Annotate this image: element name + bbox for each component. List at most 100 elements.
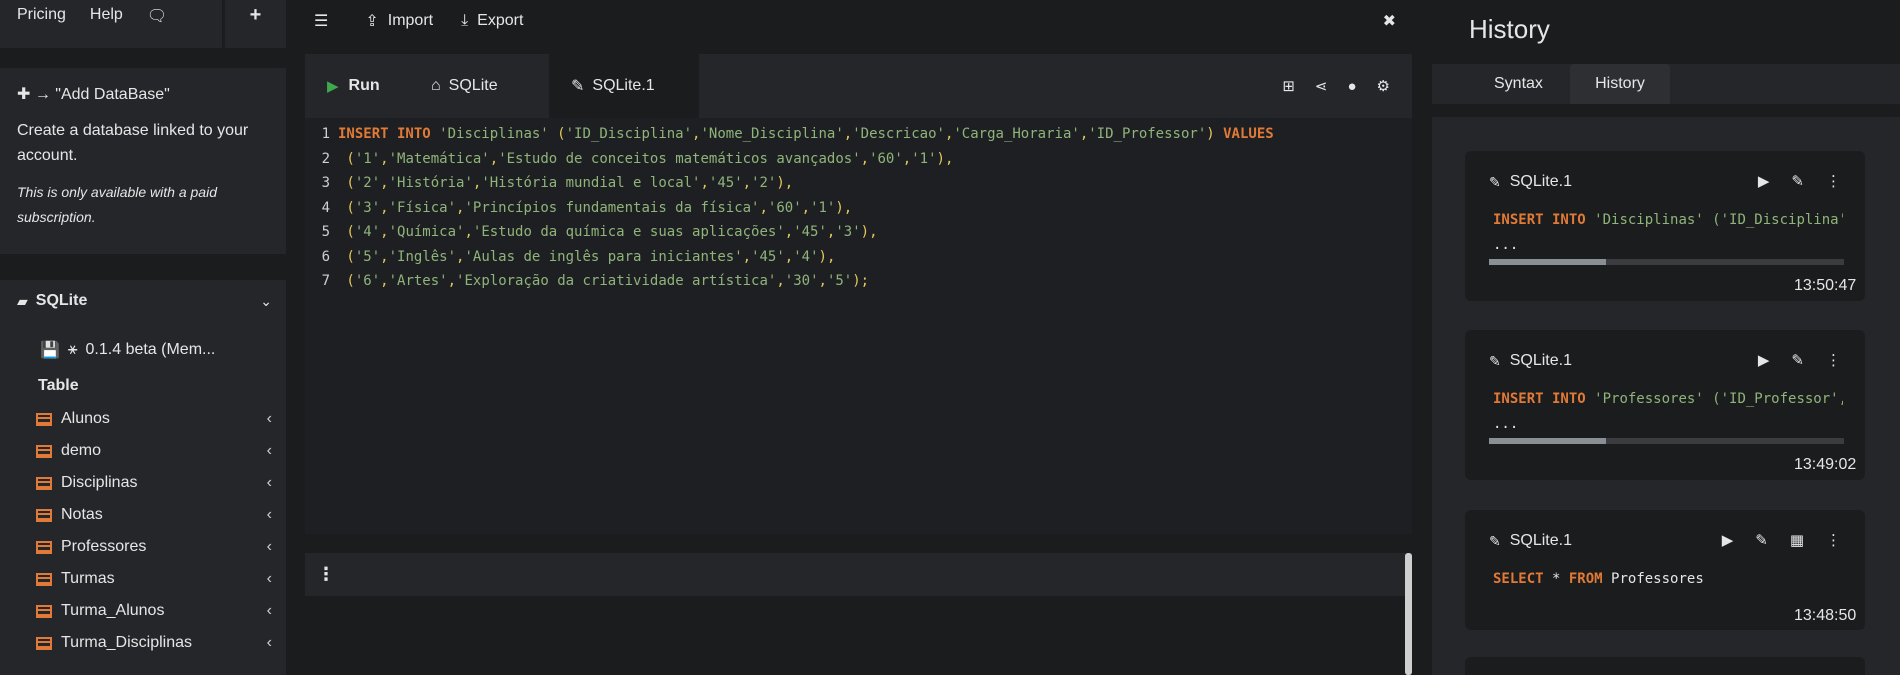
code-token: 'Carga_Horaria' <box>953 126 1080 142</box>
export-button[interactable]: ⤓ Export <box>461 12 523 30</box>
play-icon[interactable]: ▶ <box>1758 172 1770 190</box>
code-token: '60' <box>767 199 802 216</box>
code-token: , <box>380 150 389 167</box>
table-name: Turmas <box>61 570 115 587</box>
history-panel: History Syntax History ✎ SQLite.1 ▶ ✎ ⋮ INS… <box>1432 0 1900 675</box>
chevron-left-icon[interactable]: ‹ <box>267 602 272 620</box>
chevron-down-icon[interactable]: ⌄ <box>260 293 272 310</box>
top-links: Pricing Help 🗨 <box>0 0 222 48</box>
line-number: 1 <box>321 126 330 142</box>
import-button[interactable]: ⇪ Import <box>365 11 433 31</box>
table-item[interactable]: Notas ‹ <box>36 499 272 531</box>
edit-icon[interactable]: ✎ <box>1755 531 1768 549</box>
code-token: , <box>776 273 785 289</box>
table-item[interactable]: Professores ‹ <box>36 531 272 563</box>
tab-sqlite-1[interactable]: ✎ SQLite.1 <box>549 54 699 118</box>
table-item[interactable]: Turma_Disciplinas ‹ <box>36 627 272 659</box>
edit-icon[interactable]: ✎ <box>1791 351 1804 369</box>
chevron-left-icon[interactable]: ‹ <box>267 634 272 652</box>
table-item[interactable]: Disciplinas ‹ <box>36 467 272 499</box>
line-number: 6 <box>321 248 330 265</box>
history-entry-name: SQLite.1 <box>1509 173 1572 190</box>
more-options-icon[interactable]: ⋮ <box>1826 351 1841 369</box>
sql-table: Professores <box>1611 571 1704 587</box>
table-item[interactable]: demo ‹ <box>36 435 272 467</box>
scrollbar[interactable] <box>1405 553 1412 675</box>
tab-history[interactable]: History <box>1570 64 1670 104</box>
code-token: , <box>801 199 811 216</box>
history-entry-progress <box>1489 438 1844 444</box>
code-token: , <box>902 150 912 167</box>
code-token: , <box>742 248 752 265</box>
version-label: 0.1.4 beta (Mem... <box>85 341 216 358</box>
edit-icon: ✎ <box>571 78 585 95</box>
code-token: '30' <box>784 273 819 289</box>
code-token: , <box>700 175 709 191</box>
tab-sqlite[interactable]: ⌂ SQLite <box>409 54 549 118</box>
chevron-left-icon[interactable]: ‹ <box>267 474 272 492</box>
code-line: 7 ('6', 'Artes', 'Exploração da criativida… <box>305 273 1412 298</box>
code-token: '5' <box>826 273 853 289</box>
chevron-left-icon[interactable]: ‹ <box>267 538 272 556</box>
table-name: Disciplinas <box>61 474 138 491</box>
help-link[interactable]: Help <box>90 6 123 24</box>
promo-note: This is only available with a paid subsc… <box>17 184 217 225</box>
code-token: , <box>447 273 457 289</box>
code-token: ), <box>776 175 794 191</box>
chat-icon[interactable]: 🗨 <box>147 6 167 26</box>
chevron-left-icon[interactable]: ‹ <box>267 410 272 428</box>
history-list: ✎ SQLite.1 ▶ ✎ ⋮ INSERT INTO 'Disciplinas' … <box>1432 117 1900 675</box>
history-entry-sql: SELECT * FROM Professores <box>1493 571 1843 587</box>
history-entry-name: SQLite.1 <box>1509 352 1572 369</box>
database-header[interactable]: ▰ SQLite ⌄ <box>17 292 272 310</box>
table-item[interactable]: Turma_Alunos ‹ <box>36 595 272 627</box>
code-line: 3 ('2', 'História', 'História mundial e lo… <box>305 175 1412 200</box>
code-token: 'Estudo da química e suas aplicações' <box>472 224 785 240</box>
code-area[interactable]: 1 INSERT INTO 'Disciplinas' ('ID_Discipli… <box>305 118 1412 534</box>
history-entry-progress <box>1489 259 1844 265</box>
chevron-left-icon[interactable]: ‹ <box>267 570 272 588</box>
pricing-link[interactable]: Pricing <box>17 6 66 24</box>
more-options-icon[interactable]: ⋮ <box>1826 531 1841 549</box>
play-icon[interactable]: ▶ <box>1722 531 1734 549</box>
table-item[interactable]: Alunos ‹ <box>36 403 272 435</box>
tab-syntax[interactable]: Syntax <box>1494 64 1543 104</box>
code-token: 'Matemática' <box>388 150 490 167</box>
add-database-link[interactable]: ✚ → "Add DataBase" <box>17 84 269 104</box>
share-icon[interactable]: ⋖ <box>1315 77 1328 95</box>
results-panel: ⋮ <box>305 553 1412 675</box>
play-icon[interactable]: ▶ <box>1758 351 1770 369</box>
sql-rest: 'Professores' ('ID_Professor','Nome' <box>1594 391 1843 407</box>
code-token: '45' <box>751 248 785 265</box>
add-database-promo: ✚ → "Add DataBase" Create a database lin… <box>0 68 286 254</box>
code-token: , <box>742 175 752 191</box>
close-icon[interactable]: ✖ <box>1383 11 1396 31</box>
user-icon[interactable]: ● <box>1347 78 1356 95</box>
add-tab-icon[interactable]: ⊞ <box>1282 77 1295 95</box>
history-entry[interactable] <box>1465 657 1865 675</box>
history-entry-header: ✎ SQLite.1 <box>1489 532 1572 550</box>
grid-icon[interactable]: ▦ <box>1790 531 1804 549</box>
add-button[interactable]: + <box>225 0 286 48</box>
more-options-icon[interactable]: ⋮ <box>317 564 335 585</box>
more-options-icon[interactable]: ⋮ <box>1826 172 1841 190</box>
sql-rest: * <box>1552 571 1569 587</box>
export-label: Export <box>477 12 524 29</box>
chevron-left-icon[interactable]: ‹ <box>267 442 272 460</box>
gear-icon[interactable]: ⚙ <box>1377 77 1390 95</box>
table-item[interactable]: Turmas ‹ <box>36 563 272 595</box>
run-label: Run <box>348 77 380 94</box>
edit-icon[interactable]: ✎ <box>1791 172 1804 190</box>
editor-tabs: ▶ Run ⌂ SQLite ✎ SQLite.1 ⊞ ⋖ ● ⚙ <box>305 54 1412 118</box>
code-token: , <box>380 248 389 265</box>
save-icon[interactable]: 💾 <box>40 340 60 360</box>
code-token: , <box>843 126 853 142</box>
code-token: '45' <box>708 175 743 191</box>
run-button[interactable]: ▶ Run <box>305 54 409 118</box>
code-token: ( <box>338 273 355 289</box>
table-list: Alunos ‹ demo ‹ Disciplinas ‹ Notas ‹ Professore… <box>36 403 272 659</box>
code-token: ( <box>338 150 355 167</box>
schema-icon[interactable]: ⚹ <box>68 341 78 359</box>
chevron-left-icon[interactable]: ‹ <box>267 506 272 524</box>
menu-icon[interactable]: ☰ <box>314 11 337 31</box>
